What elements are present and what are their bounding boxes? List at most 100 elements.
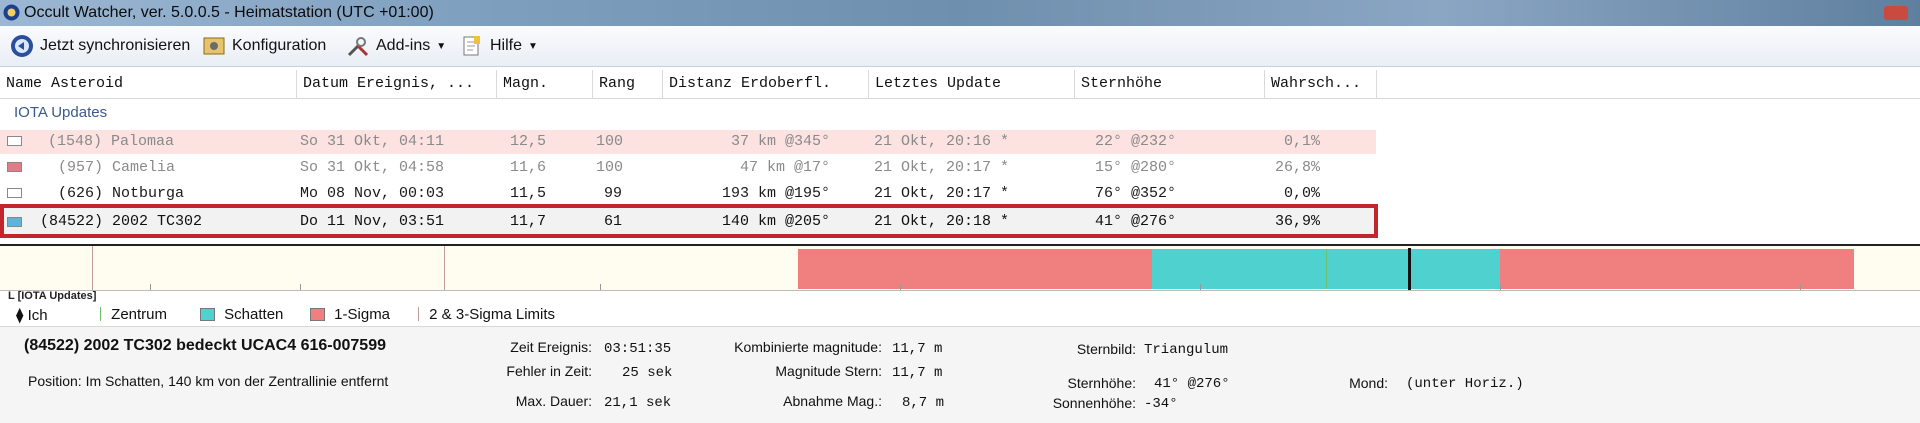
magnitude-drop-value: 8,7 m [902,395,945,411]
column-header-name[interactable]: Name Asteroid [0,70,296,98]
legend-me-label: Ich [27,307,48,324]
column-header-date[interactable]: Datum Ereignis, ... [296,70,496,98]
title-bar: Occult Watcher, ver. 5.0.0.5 - Heimatsta… [0,0,1920,26]
constellation-label: Sternbild: [1076,341,1136,357]
cell-name: (626) Notburga [58,185,185,202]
table-row[interactable]: (626) Notburga Mo 08 Nov, 00:03 11,5 99 … [0,182,1376,206]
timeline-tick [300,284,301,290]
addins-label: Add-ins [376,37,431,54]
row-color-swatch [7,162,22,172]
timeline-tick [600,284,601,290]
sigma-limit-line [444,246,445,290]
group-label: IOTA Updates [14,104,108,121]
legend-center-label: Zentrum [111,306,168,323]
cell-last-update: 21 Okt, 20:17 * [874,159,1010,176]
event-title: (84522) 2002 TC302 bedeckt UCAC4 616-007… [24,337,386,354]
combined-magnitude-label: Kombinierte magnitude: [734,339,882,355]
timeline-tick [1200,284,1201,290]
cell-magnitude: 12,5 [510,133,547,150]
timeline-tick [1800,284,1801,290]
cell-distance: 193 km @195° [721,185,830,202]
cell-rank: 99 [604,185,623,202]
max-duration-value: 21,1 sek [604,395,672,411]
shadow-swatch [200,308,215,321]
sync-button[interactable]: Jetzt synchronisieren [10,32,190,60]
time-error-label: Fehler in Zeit: [506,363,592,379]
toolbar: Jetzt synchronisieren Konfiguration Add-… [0,26,1920,67]
cell-magnitude: 11,6 [510,159,547,176]
app-icon [3,4,20,21]
close-button[interactable] [1884,6,1908,20]
one-sigma-band [1500,249,1854,289]
legend-me: ⧫ Ich [16,306,48,324]
event-position: Position: Im Schatten, 140 km von der Ze… [28,373,389,389]
cell-name: (957) Camelia [58,159,176,176]
cell-probability: 0,0% [1283,185,1320,202]
legend-one-sigma-label: 1-Sigma [334,306,391,323]
legend-shadow-label: Schatten [224,306,284,323]
row-color-swatch [7,136,22,146]
sigma-limit-icon [418,307,419,321]
row-color-swatch [7,188,22,198]
cell-star-altitude: 22° @232° [1094,133,1176,150]
cell-last-update: 21 Okt, 20:17 * [874,185,1010,202]
cell-probability: 0,1% [1283,133,1320,150]
timeline-caption: L [IOTA Updates] [8,290,97,302]
column-header-distance[interactable]: Distanz Erdoberfl. [662,70,868,98]
legend-one-sigma: 1-Sigma [310,306,390,323]
cell-magnitude: 11,5 [510,185,547,202]
star-altitude-value: 41° @276° [1154,376,1230,392]
column-header-probability[interactable]: Wahrsch... [1264,70,1376,98]
timeline-tick [900,284,901,290]
selection-highlight [0,204,1378,238]
cell-star-altitude: 15° @280° [1094,159,1176,176]
legend-shadow: Schatten [200,306,283,323]
timeline-legend: ⧫ Ich Zentrum Schatten 1-Sigma 2 & 3-Sig… [0,304,1920,324]
config-button[interactable]: Konfiguration [202,32,326,60]
chevron-down-icon: ▼ [436,40,447,52]
moon-label: Mond: [1349,375,1388,391]
event-timeline[interactable] [0,244,1920,291]
sync-label: Jetzt synchronisieren [40,37,191,54]
event-time-label: Zeit Ereignis: [510,339,592,355]
sigma-limit-line [92,246,93,290]
sun-altitude-value: -34° [1144,396,1178,412]
event-time-value: 03:51:35 [604,341,672,357]
time-error-value: 25 sek [622,365,673,381]
timeline-tick [150,284,151,290]
cell-last-update: 21 Okt, 20:16 * [874,133,1010,150]
combined-magnitude-value: 11,7 m [892,341,943,357]
cell-date: So 31 Okt, 04:11 [300,133,445,150]
cell-date: Mo 08 Nov, 00:03 [300,185,445,202]
timeline-tick [1500,284,1501,290]
star-altitude-label: Sternhöhe: [1067,375,1137,391]
config-icon [203,37,225,55]
cell-name: (1548) Palomaa [48,133,175,150]
column-header-star-altitude[interactable]: Sternhöhe [1074,70,1264,98]
moon-value: (unter Horiz.) [1406,376,1524,392]
center-line [1326,249,1327,289]
help-button[interactable]: Hilfe ▼ [460,32,538,60]
column-header-magnitude[interactable]: Magn. [496,70,592,98]
one-sigma-band [798,249,1152,289]
center-line-icon [100,307,101,321]
column-header-blank [1376,70,1920,98]
grid-header: Name Asteroid Datum Ereignis, ... Magn. … [0,70,1920,99]
table-row[interactable]: (957) Camelia So 31 Okt, 04:58 11,6 100 … [0,156,1376,180]
legend-center: Zentrum [100,306,167,323]
chevron-down-icon: ▼ [528,40,538,52]
legend-sigma-limits: 2 & 3-Sigma Limits [418,306,555,323]
table-row[interactable]: (1548) Palomaa So 31 Okt, 04:11 12,5 100… [0,130,1376,154]
observer-marker [1408,248,1411,290]
addins-button[interactable]: Add-ins ▼ [346,32,446,60]
column-header-last-update[interactable]: Letztes Update [868,70,1074,98]
observer-icon: ⧫ [16,307,24,324]
max-duration-label: Max. Dauer: [515,393,592,409]
sun-altitude-label: Sonnenhöhe: [1052,395,1136,411]
config-label: Konfiguration [232,37,327,54]
window-title: Occult Watcher, ver. 5.0.0.5 - Heimatsta… [24,4,434,21]
cell-rank: 100 [596,133,624,150]
constellation-value: Triangulum [1144,342,1229,358]
column-header-rank[interactable]: Rang [592,70,662,98]
cell-star-altitude: 76° @352° [1094,185,1176,202]
